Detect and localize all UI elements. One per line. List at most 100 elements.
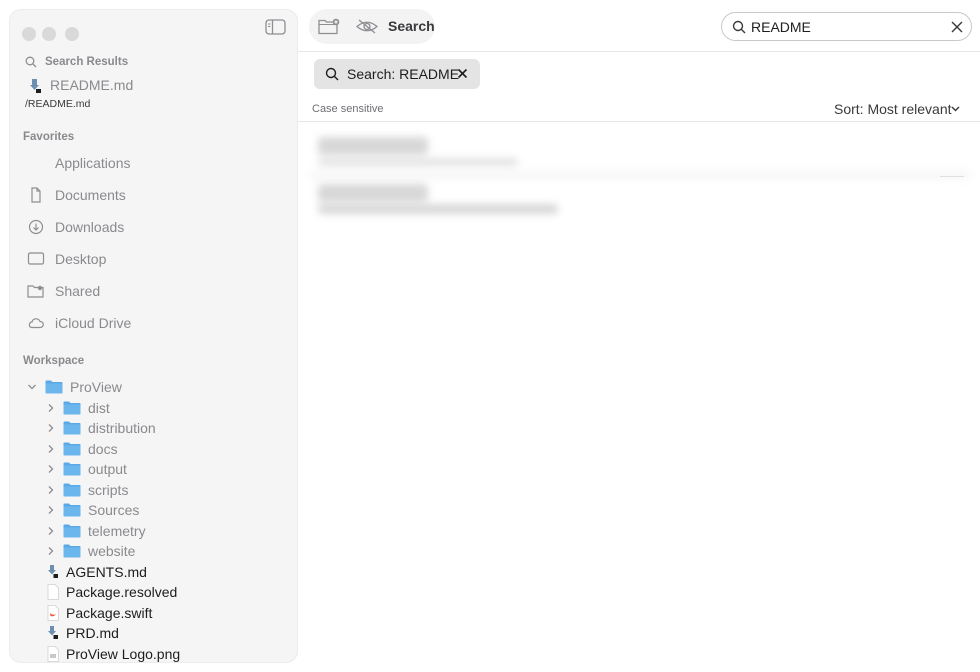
remove-filter-icon[interactable] bbox=[457, 68, 468, 79]
blurred-result-title[interactable] bbox=[318, 184, 428, 202]
chevron-right-icon[interactable] bbox=[46, 423, 56, 433]
tree-item-label: AGENTS.md bbox=[66, 564, 147, 580]
sidebar-item-label: Desktop bbox=[55, 251, 107, 267]
chevron-right-icon[interactable] bbox=[46, 464, 56, 474]
eye-slash-icon[interactable] bbox=[356, 18, 378, 35]
folder-icon bbox=[63, 544, 81, 558]
tree-item-label: Sources bbox=[88, 502, 140, 518]
sidebar-item-label: Downloads bbox=[55, 219, 125, 235]
folder-icon bbox=[63, 524, 81, 538]
file-icon bbox=[47, 584, 59, 600]
sidebar-item-desktop[interactable]: Desktop bbox=[10, 248, 297, 272]
cloud-icon bbox=[28, 318, 44, 329]
tree-item-label: dist bbox=[88, 400, 110, 416]
sidebar: Search Results README.md /README.md Favo… bbox=[9, 9, 298, 663]
search-icon bbox=[732, 20, 746, 34]
tree-file[interactable]: Package.swift bbox=[10, 604, 297, 624]
favorites-header: Favorites bbox=[23, 131, 75, 143]
chevron-down-icon[interactable] bbox=[951, 106, 960, 112]
folder-icon bbox=[45, 380, 63, 394]
tree-item-label: ProView bbox=[70, 379, 122, 395]
tree-folder[interactable]: website bbox=[10, 542, 297, 562]
tree-item-label: PRD.md bbox=[66, 625, 119, 641]
tree-item-label: website bbox=[88, 543, 136, 559]
folder-icon bbox=[63, 442, 81, 456]
toolbar-divider bbox=[298, 51, 980, 52]
tree-item-label: distribution bbox=[88, 420, 156, 436]
case-sensitive-toggle[interactable]: Case sensitive bbox=[312, 103, 384, 115]
folder-icon bbox=[63, 462, 81, 476]
toolbar-title: Search bbox=[388, 18, 435, 34]
sidebar-item-shared[interactable]: Shared bbox=[10, 280, 297, 304]
chevron-right-icon[interactable] bbox=[46, 526, 56, 536]
sidebar-item-documents[interactable]: Documents bbox=[10, 184, 297, 208]
shared-folder-icon bbox=[27, 285, 44, 298]
tree-file[interactable]: PRD.md bbox=[10, 624, 297, 644]
blurred-result-title[interactable] bbox=[318, 137, 428, 155]
sidebar-item-label: Applications bbox=[55, 155, 131, 171]
search-input[interactable] bbox=[751, 17, 941, 37]
minimize-window-button[interactable] bbox=[42, 27, 56, 41]
download-icon bbox=[28, 219, 44, 235]
chevron-right-icon[interactable] bbox=[46, 505, 56, 515]
sidebar-item-applications[interactable]: Applications bbox=[10, 152, 297, 176]
search-icon bbox=[325, 67, 339, 81]
sidebar-item-icloud-drive[interactable]: iCloud Drive bbox=[10, 312, 297, 336]
chip-label: Search: README bbox=[347, 66, 460, 82]
tree-folder[interactable]: telemetry bbox=[10, 522, 297, 542]
blurred-result-path bbox=[318, 158, 518, 166]
zoom-window-button[interactable] bbox=[65, 27, 79, 41]
chevron-down-icon[interactable] bbox=[27, 382, 37, 392]
search-icon bbox=[25, 56, 37, 68]
tree-file[interactable]: ProView Logo.png bbox=[10, 645, 297, 662]
search-filter-chip[interactable]: Search: README bbox=[314, 59, 480, 89]
sort-dropdown[interactable]: Sort: Most relevant bbox=[834, 101, 952, 117]
folder-icon bbox=[63, 401, 81, 415]
sidebar-item-downloads[interactable]: Downloads bbox=[10, 216, 297, 240]
sidebar-item-label: iCloud Drive bbox=[55, 315, 132, 331]
tree-item-label: docs bbox=[88, 441, 118, 457]
close-window-button[interactable] bbox=[22, 27, 36, 41]
tree-item-label: ProView Logo.png bbox=[66, 646, 181, 662]
tree-folder[interactable]: dist bbox=[10, 399, 297, 419]
markdown-file-icon bbox=[48, 565, 58, 578]
sidebar-item-label: Documents bbox=[55, 187, 126, 203]
clear-search-icon[interactable] bbox=[951, 21, 963, 33]
search-result-path: /README.md bbox=[25, 98, 91, 110]
image-file-icon bbox=[47, 646, 59, 662]
tree-item-label: scripts bbox=[88, 482, 129, 498]
chevron-right-icon[interactable] bbox=[46, 444, 56, 454]
tree-folder[interactable]: Sources bbox=[10, 501, 297, 521]
markdown-file-icon[interactable] bbox=[28, 78, 42, 94]
chevron-right-icon[interactable] bbox=[46, 403, 56, 413]
blurred-result-highlight bbox=[310, 170, 970, 180]
tree-folder[interactable]: scripts bbox=[10, 481, 297, 501]
search-field[interactable] bbox=[721, 12, 972, 41]
search-results-label: Search Results bbox=[45, 56, 129, 68]
tree-item-label: output bbox=[88, 461, 127, 477]
document-icon bbox=[31, 187, 41, 203]
chevron-right-icon[interactable] bbox=[46, 485, 56, 495]
tree-file[interactable]: Package.resolved bbox=[10, 583, 297, 603]
folder-icon bbox=[63, 503, 81, 517]
tree-item-label: telemetry bbox=[88, 523, 146, 539]
sidebar-toggle-icon[interactable] bbox=[265, 19, 286, 35]
workspace-header: Workspace bbox=[23, 355, 85, 367]
new-folder-icon[interactable] bbox=[318, 18, 340, 35]
markdown-file-icon bbox=[48, 626, 58, 639]
search-result-filename[interactable]: README.md bbox=[50, 77, 133, 93]
folder-icon bbox=[63, 483, 81, 497]
blurred-result-path bbox=[318, 204, 558, 214]
desktop-icon bbox=[27, 252, 45, 265]
tree-item-label: Package.swift bbox=[66, 605, 153, 621]
chevron-right-icon[interactable] bbox=[46, 546, 56, 556]
tree-folder[interactable]: docs bbox=[10, 440, 297, 460]
results-divider bbox=[298, 121, 980, 122]
tree-file[interactable]: AGENTS.md bbox=[10, 563, 297, 583]
folder-icon bbox=[63, 421, 81, 435]
tree-folder[interactable]: output bbox=[10, 460, 297, 480]
tree-folder[interactable]: distribution bbox=[10, 419, 297, 439]
tree-folder-proview[interactable]: ProView bbox=[10, 378, 297, 398]
sidebar-item-label: Shared bbox=[55, 283, 101, 299]
divider bbox=[940, 176, 964, 177]
